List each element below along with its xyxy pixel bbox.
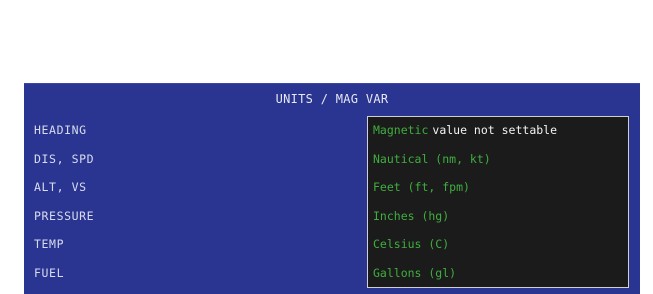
value-row-alt-vs[interactable]: Feet (ft, fpm): [373, 177, 470, 197]
value-heading: Magnetic: [373, 123, 429, 137]
value-dis-spd[interactable]: Nautical (nm, kt): [373, 152, 491, 166]
label-temp: TEMP: [34, 237, 65, 251]
value-temp[interactable]: Celsius (C): [373, 237, 449, 251]
value-row-heading: Magnetic value not settable: [373, 120, 557, 140]
value-row-temp[interactable]: Celsius (C): [373, 234, 449, 254]
panel-title: UNITS / MAG VAR: [275, 92, 389, 106]
label-fuel: FUEL: [34, 265, 65, 280]
settings-value-box: Magnetic value not settable Nautical (nm,…: [367, 116, 629, 288]
units-mag-var-panel: UNITS / MAG VAR HEADING DIS, SPD ALT, VS…: [24, 83, 640, 294]
value-fuel[interactable]: Gallons (gl): [373, 266, 456, 280]
value-row-dis-spd[interactable]: Nautical (nm, kt): [373, 149, 491, 169]
value-row-fuel[interactable]: Gallons (gl): [373, 263, 456, 283]
label-heading: HEADING: [34, 123, 87, 137]
page: UNITS / MAG VAR HEADING DIS, SPD ALT, VS…: [0, 0, 653, 294]
label-alt-vs: ALT, VS: [34, 180, 87, 194]
value-pressure[interactable]: Inches (hg): [373, 209, 449, 223]
label-pressure: PRESSURE: [34, 208, 95, 223]
value-alt-vs[interactable]: Feet (ft, fpm): [373, 180, 470, 194]
label-dis-spd: DIS, SPD: [34, 151, 95, 166]
value-row-pressure[interactable]: Inches (hg): [373, 206, 449, 226]
setting-labels: HEADING DIS, SPD ALT, VS PRESSURE TEMP F…: [34, 120, 94, 291]
heading-not-settable-note: value not settable: [432, 123, 558, 137]
